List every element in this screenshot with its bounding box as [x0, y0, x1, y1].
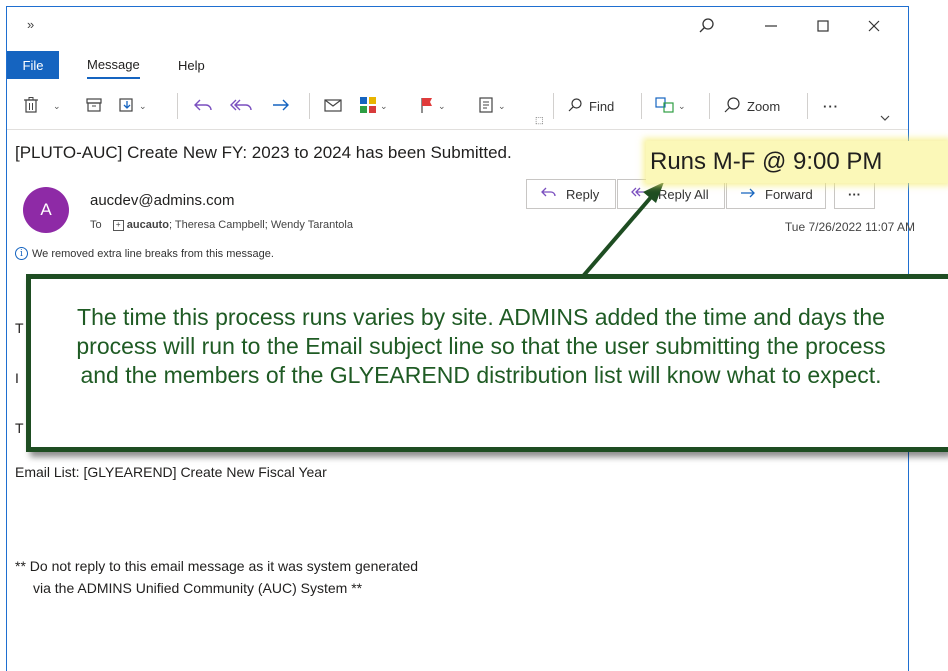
more-commands-button[interactable]: ···	[823, 93, 839, 119]
toolbar-divider	[807, 93, 808, 119]
find-label: Find	[589, 98, 615, 114]
archive-icon	[85, 97, 103, 116]
forward-icon	[739, 186, 757, 203]
policy-icon	[477, 96, 495, 117]
collapse-ribbon-icon[interactable]	[879, 105, 891, 131]
body-line-partial: T	[15, 320, 24, 336]
reply-button[interactable]	[193, 93, 213, 119]
body-line-partial: I	[15, 370, 19, 386]
more-actions-button[interactable]: ···	[834, 179, 875, 209]
tab-message[interactable]: Message	[87, 51, 140, 79]
email-list-line: Email List: [GLYEAREND] Create New Fisca…	[15, 464, 327, 480]
chevron-down-icon: ⌄	[498, 100, 506, 111]
move-button[interactable]: ⌄	[118, 93, 147, 119]
reply-all-icon	[229, 97, 253, 116]
chevron-down-icon: ⌄	[438, 100, 446, 111]
minimize-button[interactable]	[759, 14, 783, 38]
tab-help[interactable]: Help	[178, 51, 205, 79]
flag-icon	[419, 96, 435, 117]
zoom-label: Zoom	[747, 98, 781, 114]
categorize-button[interactable]: ⌄	[359, 93, 388, 119]
recipient-group[interactable]: aucauto	[127, 219, 169, 231]
translate-button[interactable]: ⌄	[655, 93, 686, 119]
info-notice[interactable]: i We removed extra line breaks from this…	[15, 247, 274, 260]
info-notice-text: We removed extra line breaks from this m…	[32, 247, 274, 260]
ribbon-toolbar: ⌄ ⌄ ⌄ ⌄ ⌄ ⬚ Find ⌄ Zoom ···	[7, 83, 908, 130]
recipients-line: To + aucauto; Theresa Campbell; Wendy Ta…	[90, 219, 353, 231]
footer-line-2: via the ADMINS Unified Community (AUC) S…	[33, 580, 363, 596]
reply-all-label: Reply All	[658, 186, 709, 202]
reply-icon	[540, 186, 558, 203]
reply-icon	[193, 97, 213, 116]
chevron-down-icon: ⌄	[139, 100, 147, 111]
trash-icon	[23, 96, 39, 117]
zoom-icon	[723, 96, 741, 117]
read-unread-button[interactable]	[323, 93, 343, 119]
chevron-down-icon: ⌄	[678, 100, 686, 111]
envelope-icon	[323, 97, 343, 116]
reply-all-button[interactable]	[229, 93, 253, 119]
body-line-partial: T	[15, 420, 24, 436]
forward-label: Forward	[765, 186, 813, 202]
toolbar-divider	[309, 93, 310, 119]
search-icon	[567, 97, 583, 116]
toolbar-divider	[177, 93, 178, 119]
move-icon	[118, 96, 136, 117]
email-subject: [PLUTO-AUC] Create New FY: 2023 to 2024 …	[15, 143, 512, 162]
tab-file[interactable]: File	[7, 51, 59, 79]
categorize-icon	[359, 96, 377, 117]
expand-icon[interactable]: »	[27, 17, 34, 32]
search-icon[interactable]	[695, 14, 719, 38]
translate-icon	[655, 96, 675, 117]
forward-icon	[271, 97, 291, 116]
reply-all-icon	[630, 186, 652, 203]
zoom-button[interactable]: Zoom	[723, 93, 780, 119]
archive-button[interactable]	[85, 93, 103, 119]
toolbar-divider	[709, 93, 710, 119]
recipient-names: ; Theresa Campbell; Wendy Tarantola	[168, 219, 353, 231]
toolbar-divider	[553, 93, 554, 119]
forward-button[interactable]: Forward	[726, 179, 826, 209]
ribbon-tabs: File Message Help	[7, 51, 908, 79]
toolbar-divider	[641, 93, 642, 119]
title-bar: »	[7, 7, 908, 45]
reply-all-button[interactable]: Reply All	[617, 179, 725, 209]
forward-button[interactable]	[271, 93, 291, 119]
close-button[interactable]	[862, 14, 886, 38]
info-icon: i	[15, 247, 28, 260]
chevron-down-icon: ⌄	[380, 100, 388, 111]
expand-group-icon[interactable]: ⬚	[535, 107, 544, 133]
annotation-callout: The time this process runs varies by sit…	[26, 274, 948, 452]
sender-address[interactable]: aucdev@admins.com	[90, 192, 234, 209]
expand-group-icon[interactable]: +	[112, 219, 124, 231]
footer-line-1: ** Do not reply to this email message as…	[15, 558, 419, 574]
delete-button[interactable]: ⌄	[23, 93, 61, 119]
sent-date: Tue 7/26/2022 11:07 AM	[784, 220, 915, 234]
to-label: To	[90, 219, 102, 231]
reply-button[interactable]: Reply	[526, 179, 616, 209]
schedule-tag: Runs M-F @ 9:00 PM	[646, 141, 948, 183]
policy-button[interactable]: ⌄	[477, 93, 506, 119]
chevron-down-icon: ⌄	[53, 100, 61, 111]
flag-button[interactable]: ⌄	[419, 93, 446, 119]
reply-label: Reply	[566, 186, 600, 202]
find-button[interactable]: Find	[567, 93, 614, 119]
avatar[interactable]: A	[23, 187, 69, 233]
maximize-button[interactable]	[811, 14, 835, 38]
annotation-text: The time this process runs varies by sit…	[76, 304, 886, 388]
